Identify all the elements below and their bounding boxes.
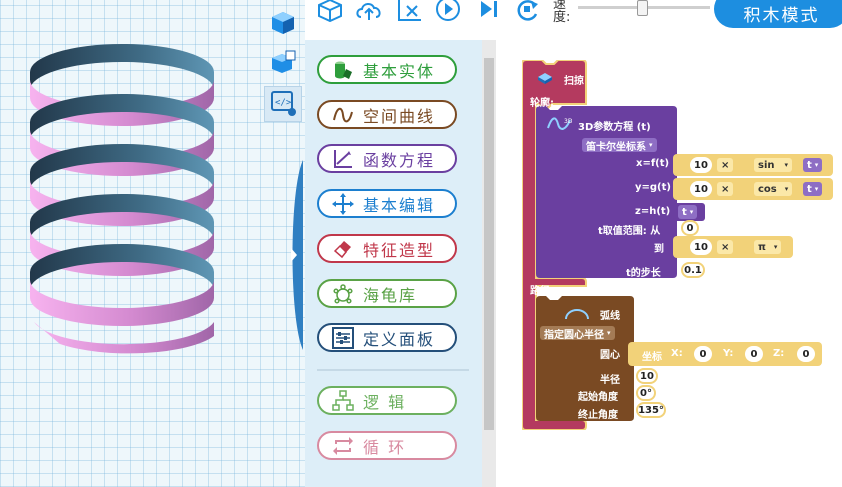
curve-icon xyxy=(331,104,355,126)
sweep-title: 扫掠 xyxy=(564,76,584,87)
category-label: 逻 辑 xyxy=(363,392,407,412)
coord-x-label: X: xyxy=(671,348,683,359)
t-range-from-label: t取值范围: 从 xyxy=(598,226,661,237)
y-function-dropdown[interactable]: cos ▾ xyxy=(754,182,793,196)
category-label: 基本实体 xyxy=(363,61,436,81)
clear-icon[interactable] xyxy=(397,0,423,22)
axes-icon xyxy=(331,148,355,170)
category-button[interactable]: 基本编辑 xyxy=(317,189,457,218)
sliders-icon xyxy=(331,326,355,349)
t-step-label: t的步长 xyxy=(626,268,661,279)
cloud-upload-icon[interactable] xyxy=(355,0,381,22)
x-operator-dropdown[interactable]: × xyxy=(717,158,734,172)
category-button[interactable]: 空间曲线 xyxy=(317,100,457,129)
palette-divider xyxy=(317,369,469,371)
end-angle-label: 终止角度 xyxy=(578,410,618,421)
step-icon[interactable] xyxy=(477,0,503,22)
palette-scrollbar-thumb[interactable] xyxy=(484,58,494,430)
center-label: 圆心 xyxy=(600,350,620,361)
svg-text:</>: </> xyxy=(275,98,292,108)
helix-front-band xyxy=(30,280,214,326)
coord-z-input[interactable]: 0 xyxy=(797,346,815,362)
t-to-number-input[interactable]: 10 xyxy=(690,239,712,255)
x-function-dropdown[interactable]: sin ▾ xyxy=(754,158,793,172)
x-var-dropdown[interactable]: t ▾ xyxy=(803,158,823,172)
cube-view-icon[interactable] xyxy=(268,8,298,38)
t-from-input[interactable]: 0 xyxy=(681,220,699,236)
move-arrows-icon xyxy=(331,192,355,215)
category-button[interactable]: 特征造型 xyxy=(317,234,457,263)
speed-label: 速度: xyxy=(553,0,571,25)
radius-input[interactable]: 10 xyxy=(636,368,658,384)
loop-icon xyxy=(331,435,355,457)
t-step-input[interactable]: 0.1 xyxy=(681,262,705,278)
path-label: 路径: xyxy=(530,286,554,297)
category-label: 海龟库 xyxy=(363,285,418,305)
sweep-icon xyxy=(536,70,554,89)
t-to-operator-dropdown[interactable]: × xyxy=(717,240,734,254)
category-button[interactable]: 循 环 xyxy=(317,431,457,460)
category-button[interactable]: 海龟库 xyxy=(317,279,457,308)
y-var-dropdown[interactable]: t ▾ xyxy=(803,182,823,196)
category-button[interactable]: 逻 辑 xyxy=(317,386,457,415)
code-view-icon[interactable]: </> xyxy=(264,86,302,122)
category-button[interactable]: 函数方程 xyxy=(317,144,457,173)
end-angle-input[interactable]: 135° xyxy=(636,402,666,418)
play-icon[interactable] xyxy=(435,0,461,22)
arc-icon xyxy=(564,306,590,325)
coord-y-label: Y: xyxy=(723,348,734,359)
reset-icon[interactable] xyxy=(515,0,541,22)
cube-edit-icon[interactable] xyxy=(268,48,298,78)
t-to-constant-dropdown[interactable]: π ▾ xyxy=(754,240,782,254)
category-label: 循 环 xyxy=(363,437,407,457)
coord-label: 坐标 xyxy=(642,352,662,363)
category-label: 定义面板 xyxy=(363,329,436,349)
svg-text:3D: 3D xyxy=(564,118,572,125)
block-mode-button[interactable]: 积木模式 xyxy=(714,0,842,28)
coord-z-label: Z: xyxy=(773,348,785,359)
profile-label: 轮廓: xyxy=(530,98,554,109)
cylinder-icon xyxy=(331,59,355,81)
category-label: 函数方程 xyxy=(363,150,436,170)
category-label: 特征造型 xyxy=(363,240,436,260)
helix-ribbon-model xyxy=(30,44,214,354)
category-button[interactable]: 基本实体 xyxy=(317,55,457,84)
y-func-label: y=g(t) xyxy=(635,182,671,193)
arc-mode-dropdown[interactable]: 指定圆心半径 ▾ xyxy=(540,326,615,341)
category-label: 空间曲线 xyxy=(363,106,436,126)
helix-back-band xyxy=(30,44,214,90)
x-number-input[interactable]: 10 xyxy=(690,157,712,173)
x-func-label: x=f(t) xyxy=(636,158,670,169)
logic-tree-icon xyxy=(331,389,355,412)
category-label: 基本编辑 xyxy=(363,195,436,215)
param-title: 3D参数方程 (t) xyxy=(578,122,651,133)
helix-end-band xyxy=(34,322,214,354)
3d-viewport[interactable]: </> xyxy=(0,0,305,487)
start-angle-label: 起始角度 xyxy=(578,392,618,403)
coord-system-dropdown[interactable]: 笛卡尔坐标系 ▾ xyxy=(582,138,657,153)
radius-label: 半径 xyxy=(600,375,620,386)
collapse-panel-tab[interactable] xyxy=(285,160,303,350)
speed-slider-thumb[interactable] xyxy=(637,0,648,16)
arc-title: 弧线 xyxy=(600,311,620,322)
view-toolbar: </> xyxy=(262,0,302,130)
block-workspace[interactable]: 扫掠 轮廓: 路径: 3D 3D参数方程 (t) 笛卡尔坐标系 ▾ x=f(t) … xyxy=(496,40,842,487)
eraser-icon xyxy=(331,238,355,260)
coord-x-input[interactable]: 0 xyxy=(694,346,712,362)
coord-y-input[interactable]: 0 xyxy=(745,346,763,362)
z-func-label: z=h(t) xyxy=(635,206,671,217)
turtle-icon xyxy=(331,283,355,305)
cube-icon[interactable] xyxy=(317,0,343,23)
start-angle-input[interactable]: 0° xyxy=(636,385,656,401)
z-var-dropdown[interactable]: t ▾ xyxy=(678,205,698,219)
parametric-curve-icon: 3D xyxy=(546,116,573,136)
y-operator-dropdown[interactable]: × xyxy=(717,182,734,196)
t-range-to-label: 到 xyxy=(654,244,664,255)
category-button[interactable]: 定义面板 xyxy=(317,323,457,352)
category-palette: 基本实体空间曲线函数方程基本编辑特征造型海龟库定义面板逻 辑循 环 xyxy=(305,40,482,487)
y-number-input[interactable]: 10 xyxy=(690,181,712,197)
